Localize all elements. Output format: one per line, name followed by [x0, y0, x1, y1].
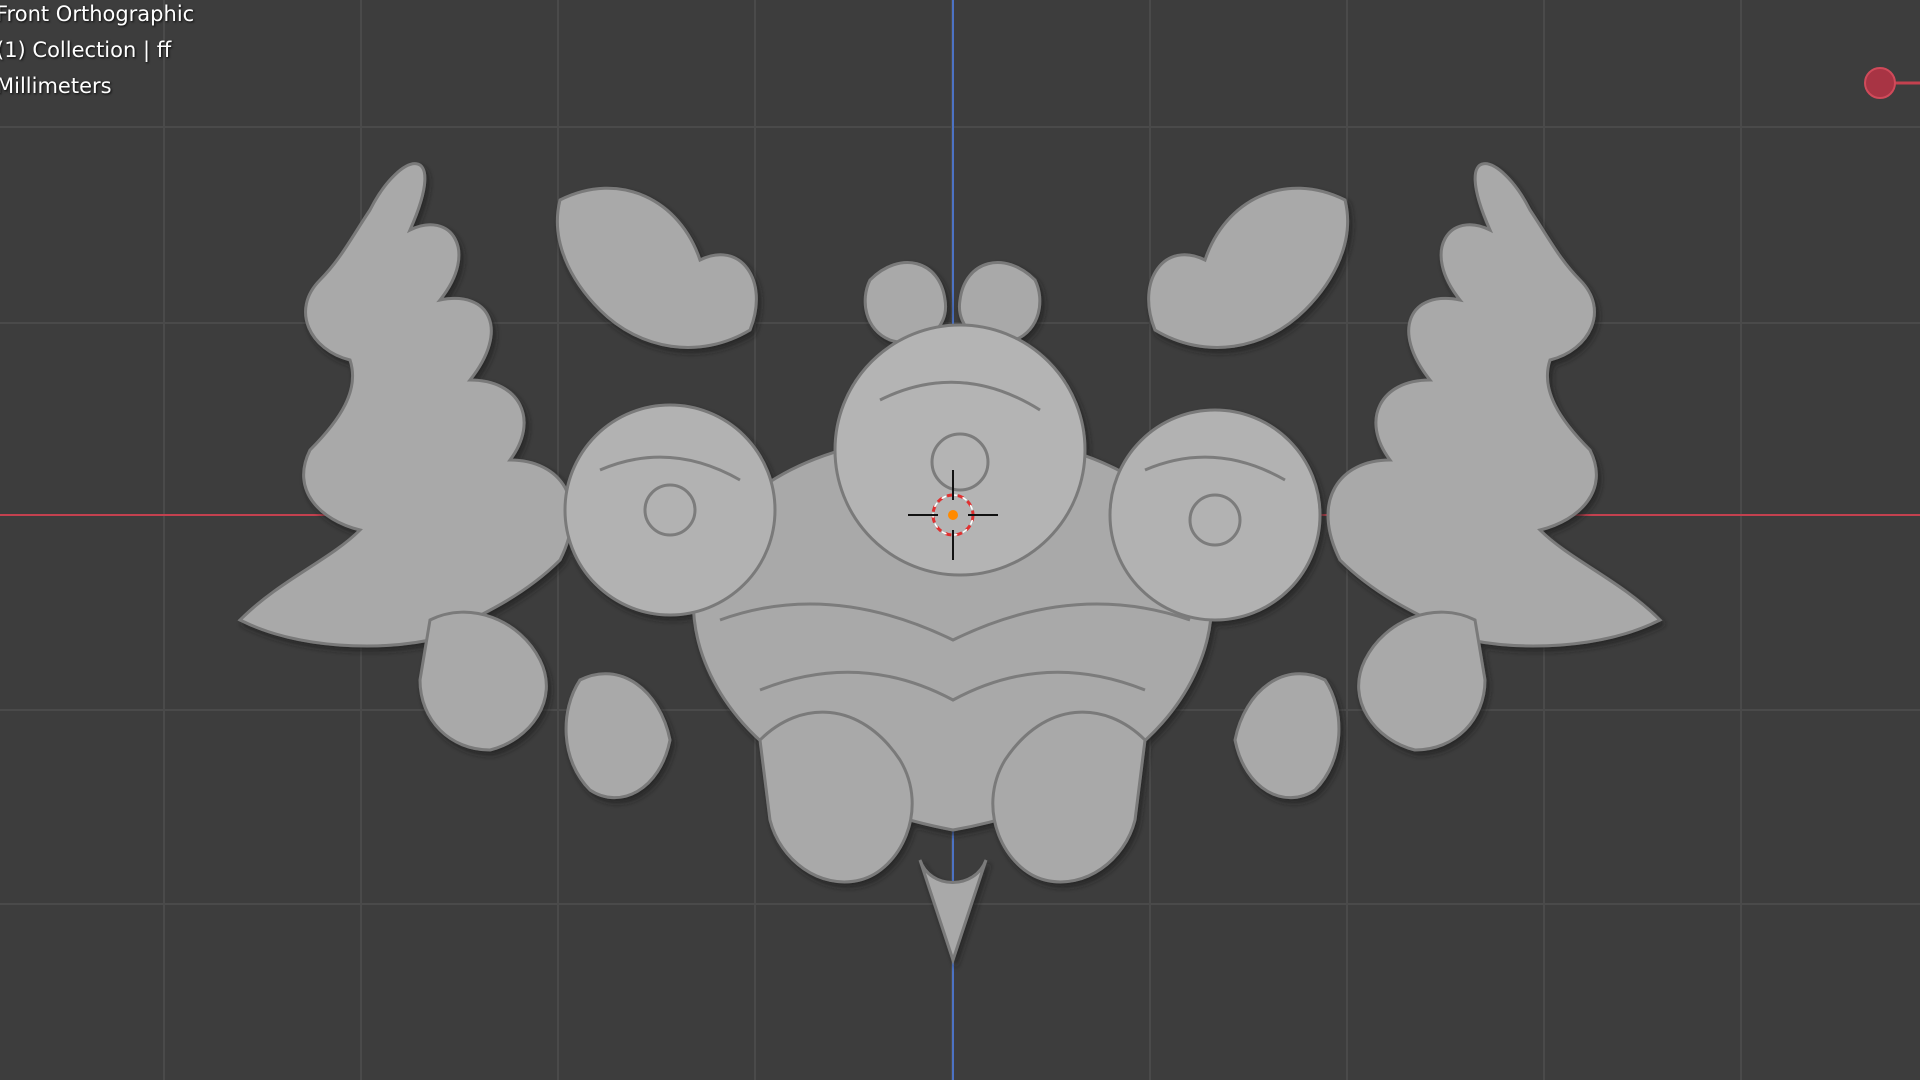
view-name-label: Front Orthographic — [0, 2, 195, 26]
3d-viewport[interactable]: Front Orthographic (1) Collection | ff M… — [0, 0, 1920, 1080]
units-label: Millimeters — [0, 74, 112, 98]
origin-dot — [948, 510, 958, 520]
x-axis-gizmo-icon[interactable] — [1862, 66, 1920, 100]
collection-label: (1) Collection | ff — [0, 38, 172, 62]
viewport-canvas[interactable] — [0, 0, 1920, 1080]
ornament-model[interactable] — [237, 162, 1663, 965]
